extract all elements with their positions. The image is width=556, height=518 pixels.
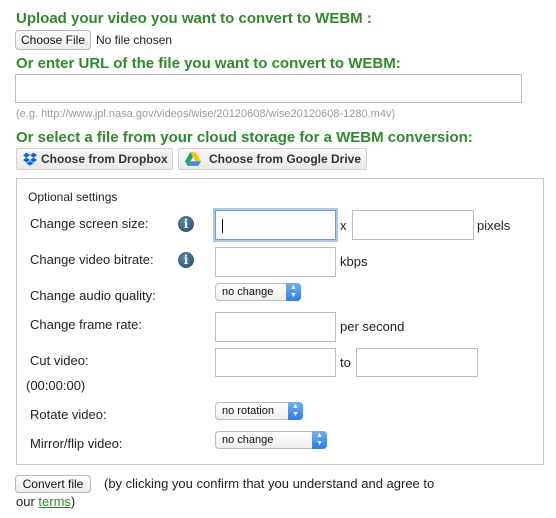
- mirror-flip-select[interactable]: no change ▲ ▼: [215, 431, 327, 449]
- audio-quality-select[interactable]: no change ▲ ▼: [215, 283, 301, 301]
- video-bitrate-info-icon[interactable]: i: [178, 252, 194, 268]
- upload-heading: Upload your video you want to convert to…: [16, 10, 372, 27]
- cut-time-format: (00:00:00): [26, 378, 86, 393]
- url-example-hint: (e.g. http://www.jpl.nasa.gov/videos/wis…: [16, 108, 396, 120]
- google-drive-icon: [185, 152, 201, 166]
- mirror-flip-label: Mirror/flip video:: [30, 436, 123, 451]
- select-arrows-icon: ▲ ▼: [288, 402, 303, 420]
- choose-dropbox-button[interactable]: Choose from Dropbox: [16, 148, 173, 170]
- kbps-unit: kbps: [340, 254, 368, 269]
- rotate-video-select[interactable]: no rotation ▲ ▼: [215, 402, 303, 420]
- cloud-heading: Or select a file from your cloud storage…: [16, 129, 473, 146]
- cut-end-input[interactable]: [356, 348, 478, 377]
- screen-height-input[interactable]: [352, 210, 474, 240]
- dropbox-icon: [23, 152, 37, 166]
- select-arrows-icon: ▲ ▼: [312, 431, 327, 449]
- optional-settings-title: Optional settings: [28, 190, 118, 204]
- convert-file-button[interactable]: Convert file: [15, 475, 91, 493]
- video-bitrate-input[interactable]: [215, 247, 336, 277]
- google-drive-button-label: Choose from Google Drive: [209, 152, 362, 166]
- mirror-flip-selected: no change: [222, 434, 274, 446]
- pixels-unit: pixels: [477, 218, 511, 233]
- rotate-video-label: Rotate video:: [30, 407, 107, 422]
- cut-to-label: to: [340, 355, 351, 370]
- agreement-text-line1: (by clicking you confirm that you unders…: [104, 476, 435, 491]
- url-input[interactable]: [15, 74, 522, 103]
- choose-file-button[interactable]: Choose File: [15, 30, 91, 50]
- frame-rate-input[interactable]: [215, 312, 336, 342]
- audio-quality-label: Change audio quality:: [30, 288, 156, 303]
- file-status-text: No file chosen: [96, 33, 173, 47]
- terms-link[interactable]: terms: [38, 494, 71, 509]
- frame-rate-label: Change frame rate:: [30, 317, 143, 332]
- cut-start-input[interactable]: [215, 348, 336, 377]
- text-caret: [222, 219, 223, 233]
- agreement-our: our: [16, 494, 35, 509]
- agreement-text-line2: our terms): [16, 494, 75, 509]
- rotate-video-selected: no rotation: [222, 405, 274, 417]
- per-second-unit: per second: [340, 319, 405, 334]
- url-heading: Or enter URL of the file you want to con…: [16, 55, 401, 72]
- choose-google-drive-button[interactable]: Choose from Google Drive: [178, 148, 367, 170]
- optional-settings-panel: Optional settings Change screen size: i …: [16, 178, 544, 465]
- agreement-close: ): [70, 494, 76, 509]
- screen-width-input[interactable]: [215, 210, 336, 240]
- screen-size-label: Change screen size:: [30, 216, 149, 231]
- video-bitrate-label: Change video bitrate:: [30, 252, 154, 267]
- cut-video-label: Cut video:: [30, 353, 89, 368]
- size-x-separator: x: [340, 218, 347, 233]
- audio-quality-selected: no change: [222, 286, 274, 298]
- screen-size-info-icon[interactable]: i: [178, 216, 194, 232]
- dropbox-button-label: Choose from Dropbox: [41, 152, 168, 166]
- select-arrows-icon: ▲ ▼: [286, 283, 301, 301]
